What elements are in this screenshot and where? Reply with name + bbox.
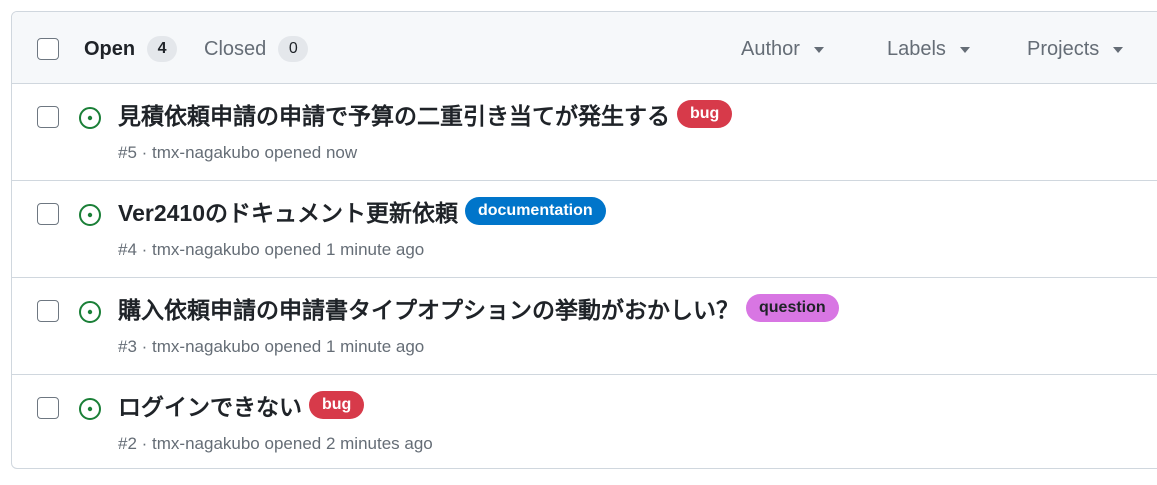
- issue-meta: #2 · tmx-nagakubo opened 2 minutes ago: [118, 434, 433, 453]
- labels-filter[interactable]: Labels: [887, 38, 970, 61]
- issue-number: #5: [118, 143, 137, 162]
- author-filter[interactable]: Author: [741, 38, 824, 61]
- issue-checkbox[interactable]: [37, 300, 59, 322]
- issue-number: #3: [118, 337, 137, 356]
- chevron-down-icon: [959, 46, 970, 53]
- issue-title-link[interactable]: 見積依頼申請の申請で予算の二重引き当てが発生する: [118, 97, 670, 131]
- issue-title-line: ログインできない bug: [118, 388, 365, 422]
- issue-opened-time: opened 2 minutes ago: [264, 434, 433, 453]
- issue-label[interactable]: bug: [309, 391, 365, 419]
- issues-rows: 見積依頼申請の申請で予算の二重引き当てが発生する bug #5 · tmx-na…: [12, 84, 1157, 468]
- issue-opened-icon: [79, 204, 101, 226]
- issue-checkbox[interactable]: [37, 203, 59, 225]
- chevron-down-icon: [1113, 46, 1124, 53]
- issue-author-link[interactable]: tmx-nagakubo: [152, 434, 260, 453]
- issue-opened-time: opened now: [264, 143, 358, 162]
- issues-list-box: Open 4 Closed 0 Author Labels Projects 見…: [11, 11, 1157, 469]
- issue-label[interactable]: question: [746, 294, 839, 322]
- issue-title-line: 見積依頼申請の申請で予算の二重引き当てが発生する bug: [118, 97, 733, 131]
- issue-opened-icon: [79, 398, 101, 420]
- issue-opened-icon: [79, 301, 101, 323]
- open-issues-tab[interactable]: Open 4: [84, 36, 178, 62]
- closed-tab-label: Closed: [204, 37, 267, 60]
- issue-row: 見積依頼申請の申請で予算の二重引き当てが発生する bug #5 · tmx-na…: [12, 84, 1157, 181]
- closed-issues-tab[interactable]: Closed 0: [204, 36, 309, 62]
- issue-author-link[interactable]: tmx-nagakubo: [152, 337, 260, 356]
- projects-filter-label: Projects: [1027, 38, 1100, 60]
- issue-meta: #3 · tmx-nagakubo opened 1 minute ago: [118, 337, 425, 356]
- issue-checkbox[interactable]: [37, 397, 59, 419]
- issue-number: #4: [118, 240, 137, 259]
- issue-opened-time: opened 1 minute ago: [264, 337, 425, 356]
- issue-row: Ver2410のドキュメント更新依頼 documentation #4 · tm…: [12, 181, 1157, 278]
- open-tab-label: Open: [84, 37, 136, 60]
- open-count-badge: 4: [147, 36, 178, 62]
- issue-number: #2: [118, 434, 137, 453]
- issue-title-line: 購入依頼申請の申請書タイプオプションの挙動がおかしい？ question: [118, 291, 839, 325]
- chevron-down-icon: [813, 46, 824, 53]
- issue-opened-time: opened 1 minute ago: [264, 240, 425, 259]
- issue-author-link[interactable]: tmx-nagakubo: [152, 143, 260, 162]
- closed-count-badge: 0: [278, 36, 309, 62]
- author-filter-label: Author: [741, 38, 800, 60]
- select-all-checkbox[interactable]: [37, 38, 59, 60]
- issue-meta: #4 · tmx-nagakubo opened 1 minute ago: [118, 240, 425, 259]
- issue-label[interactable]: bug: [677, 100, 733, 128]
- issue-row: ログインできない bug #2 · tmx-nagakubo opened 2 …: [12, 375, 1157, 468]
- issues-list-header: Open 4 Closed 0 Author Labels Projects: [12, 12, 1157, 84]
- issue-title-link[interactable]: ログインできない: [118, 388, 302, 422]
- issue-label[interactable]: documentation: [464, 197, 606, 225]
- issue-opened-icon: [79, 107, 101, 129]
- issue-title-link[interactable]: 購入依頼申請の申請書タイプオプションの挙動がおかしい？: [118, 291, 739, 325]
- issue-meta: #5 · tmx-nagakubo opened now: [118, 143, 358, 162]
- issue-row: 購入依頼申請の申請書タイプオプションの挙動がおかしい？ question #3 …: [12, 278, 1157, 375]
- issue-title-line: Ver2410のドキュメント更新依頼 documentation: [118, 194, 606, 228]
- issue-title-link[interactable]: Ver2410のドキュメント更新依頼: [118, 194, 458, 228]
- issue-checkbox[interactable]: [37, 106, 59, 128]
- labels-filter-label: Labels: [887, 38, 946, 60]
- issue-author-link[interactable]: tmx-nagakubo: [152, 240, 260, 259]
- projects-filter[interactable]: Projects: [1027, 38, 1124, 61]
